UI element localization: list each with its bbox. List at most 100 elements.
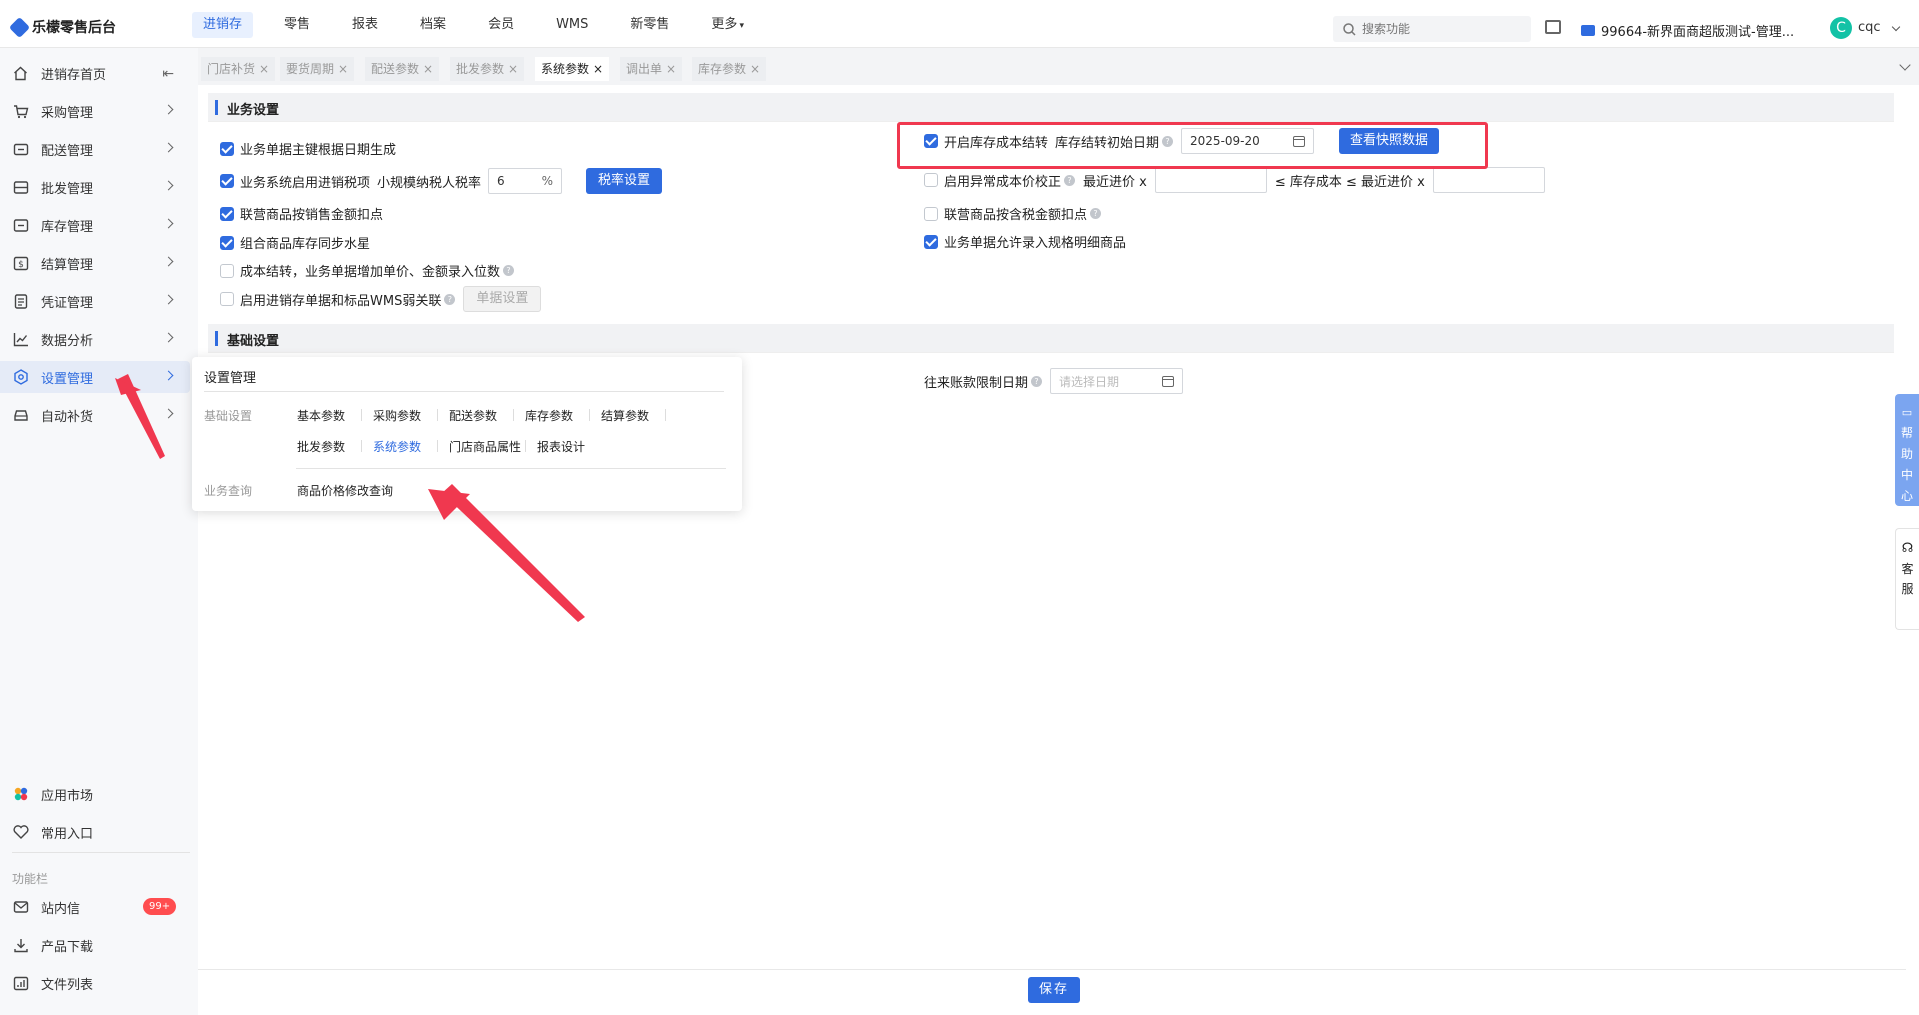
sidebar-item-settings[interactable]: 设置管理 xyxy=(0,361,190,393)
checkbox[interactable] xyxy=(924,173,938,187)
chevron-down-icon[interactable] xyxy=(1899,59,1911,71)
flyout-link-settlement-params[interactable]: 结算参数 xyxy=(601,407,649,424)
topnav-item-wms[interactable]: WMS xyxy=(545,12,599,38)
sidebar-item-voucher[interactable]: 凭证管理 xyxy=(0,285,190,317)
chevron-right-icon xyxy=(163,180,174,191)
help-icon[interactable]: ? xyxy=(1090,208,1102,219)
sidebar-item-downloads[interactable]: 产品下载 xyxy=(0,929,190,961)
printer-icon[interactable] xyxy=(1545,20,1561,34)
sidebar-item-stock[interactable]: 库存管理 xyxy=(0,209,190,241)
tab-label: 配送参数 xyxy=(371,62,420,76)
checkbox[interactable] xyxy=(220,206,234,221)
help-icon[interactable]: ? xyxy=(1162,135,1174,147)
store-selector[interactable]: 99664-新界面商超版测试-管理... xyxy=(1581,21,1794,40)
checkbox[interactable] xyxy=(220,292,234,306)
tax-rate-input[interactable]: 6% xyxy=(488,168,563,194)
close-icon[interactable]: × xyxy=(423,62,433,76)
topnav-item-inventory[interactable]: 进销存 xyxy=(192,12,254,38)
checkbox[interactable] xyxy=(924,134,938,148)
sidebar-item-auto-replenish[interactable]: 自动补货 xyxy=(0,399,190,431)
document-settings-button[interactable]: 单据设置 xyxy=(463,286,542,312)
search-box[interactable] xyxy=(1333,16,1531,42)
sidebar-item-app-market[interactable]: 应用市场 xyxy=(0,778,190,810)
topnav-more-label: 更多 xyxy=(711,17,738,32)
user-name[interactable]: cqc xyxy=(1858,20,1881,35)
service-char: 服 xyxy=(1901,582,1914,596)
carryover-date-label: 库存结转初始日期 xyxy=(1055,135,1160,151)
sidebar-item-wholesale[interactable]: 批发管理 xyxy=(0,171,190,203)
sidebar-item-purchase[interactable]: 采购管理 xyxy=(0,95,190,127)
tab-store-replenish[interactable]: 门店补货 × xyxy=(201,57,276,81)
close-icon[interactable]: × xyxy=(593,62,603,76)
tab-wholesale-params[interactable]: 批发参数 × xyxy=(450,57,525,81)
sidebar-item-favorites[interactable]: 常用入口 xyxy=(0,816,190,848)
flyout-link-purchase-params[interactable]: 采购参数 xyxy=(373,407,421,424)
flyout-link-report-design[interactable]: 报表设计 xyxy=(537,438,585,455)
checkbox[interactable] xyxy=(220,235,234,250)
topnav-item-members[interactable]: 会员 xyxy=(477,12,525,38)
checkbox[interactable] xyxy=(924,234,938,249)
checkbox[interactable] xyxy=(220,263,234,278)
section-title: 业务设置 xyxy=(227,103,280,118)
view-snapshot-button[interactable]: 查看快照数据 xyxy=(1339,128,1440,154)
ar-limit-date-picker[interactable]: 请选择日期 xyxy=(1050,368,1184,394)
close-icon[interactable]: × xyxy=(750,62,760,76)
inventory-icon xyxy=(12,217,29,233)
tab-distribution-params[interactable]: 配送参数 × xyxy=(365,57,440,81)
topnav-item-archives[interactable]: 档案 xyxy=(409,12,457,38)
sidebar-item-inventory-home[interactable]: 进销存首页 ⇤ xyxy=(0,57,190,89)
tab-transfer-out[interactable]: 调出单 × xyxy=(620,57,683,81)
help-icon[interactable]: ? xyxy=(1064,174,1076,186)
tab-order-cycle[interactable]: 要货周期 × xyxy=(280,57,355,81)
close-icon[interactable]: × xyxy=(666,62,676,76)
flyout-link-price-change-query[interactable]: 商品价格修改查询 xyxy=(297,482,393,499)
help-icon[interactable]: ? xyxy=(444,293,456,305)
flyout-link-wholesale-params[interactable]: 批发参数 xyxy=(297,438,345,455)
app-logo[interactable]: 乐檬零售后台 xyxy=(8,16,116,38)
flyout-link-stock-params[interactable]: 库存参数 xyxy=(525,407,573,424)
avatar[interactable]: C xyxy=(1830,17,1852,39)
carryover-date-picker[interactable]: 2025-09-20 xyxy=(1181,128,1315,154)
sidebar-item-label: 文件列表 xyxy=(41,977,94,993)
tax-rate-settings-button[interactable]: 税率设置 xyxy=(586,168,663,194)
topnav-item-retail[interactable]: 零售 xyxy=(273,12,321,38)
tab-stock-params[interactable]: 库存参数 × xyxy=(692,57,767,81)
close-icon[interactable]: × xyxy=(259,62,269,76)
setting-label: 联营商品按销售金额扣点 xyxy=(240,208,384,223)
upper-multiplier-input[interactable] xyxy=(1432,167,1545,193)
help-center-button[interactable]: ▭ 帮 助 中 心 xyxy=(1895,394,1919,506)
collapse-sidebar-icon[interactable]: ⇤ xyxy=(162,66,174,82)
sidebar-item-distribution[interactable]: 配送管理 xyxy=(0,133,190,165)
topnav-item-new-retail[interactable]: 新零售 xyxy=(619,12,680,38)
chevron-down-icon[interactable] xyxy=(1891,22,1901,32)
chart-icon xyxy=(12,331,29,347)
store-name: 99664-新界面商超版测试-管理... xyxy=(1601,25,1795,40)
help-icon[interactable]: ? xyxy=(1031,375,1043,387)
topnav-item-reports[interactable]: 报表 xyxy=(341,12,389,38)
sidebar-item-files[interactable]: 文件列表 xyxy=(0,967,190,999)
save-button[interactable]: 保存 xyxy=(1028,977,1081,1003)
chevron-right-icon xyxy=(163,294,174,305)
customer-service-button[interactable]: ☊ 客 服 xyxy=(1895,528,1919,630)
checkbox[interactable] xyxy=(220,141,234,156)
carryover-date-value: 2025-09-20 xyxy=(1190,134,1260,148)
topnav-item-more[interactable]: 更多 ▾ xyxy=(700,12,755,38)
setting-label: 业务系统启用进销税项 xyxy=(240,175,371,191)
close-icon[interactable]: × xyxy=(338,62,348,76)
main-content: 业务设置 业务单据主键根据日期生成 业务系统启用进销税项 小规模纳税人税率 6%… xyxy=(198,85,1906,1015)
tab-system-params[interactable]: 系统参数 × xyxy=(535,57,610,81)
flyout-link-basic-params[interactable]: 基本参数 xyxy=(297,407,345,424)
sidebar-item-analytics[interactable]: 数据分析 xyxy=(0,323,190,355)
search-input[interactable] xyxy=(1362,22,1512,36)
checkbox[interactable] xyxy=(220,174,234,188)
flyout-link-system-params[interactable]: 系统参数 xyxy=(373,438,421,455)
flyout-link-store-item-attrs[interactable]: 门店商品属性 xyxy=(449,438,521,455)
close-icon[interactable]: × xyxy=(508,62,518,76)
lower-multiplier-input[interactable] xyxy=(1154,167,1267,193)
sidebar-item-label: 凭证管理 xyxy=(41,295,94,311)
checkbox[interactable] xyxy=(924,206,938,221)
sidebar-item-messages[interactable]: 站内信 99+ xyxy=(0,891,190,923)
sidebar-item-settlement[interactable]: $ 结算管理 xyxy=(0,247,190,279)
help-icon[interactable]: ? xyxy=(503,265,515,276)
flyout-link-distribution-params[interactable]: 配送参数 xyxy=(449,407,497,424)
